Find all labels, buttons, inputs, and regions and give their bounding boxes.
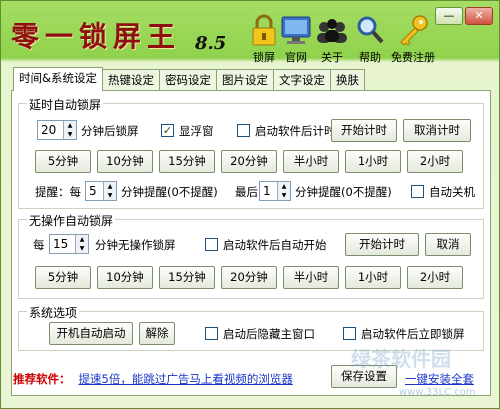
register-button[interactable]: 免费注册	[383, 13, 443, 65]
remind-every-spinner[interactable]: 5 ▲ ▼	[85, 181, 117, 201]
idle-preset-2hour[interactable]: 2小时	[407, 266, 463, 289]
spin-up-icon[interactable]: ▲	[76, 235, 88, 244]
recommend-link[interactable]: 提速5倍，能跳过广告马上看视频的浏览器	[79, 372, 293, 386]
tab-hotkey[interactable]: 热键设定	[101, 69, 160, 91]
idle-preset-15min[interactable]: 15分钟	[159, 266, 215, 289]
tab-text[interactable]: 文字设定	[272, 69, 331, 91]
idle-unit: 分钟无操作锁屏	[95, 238, 176, 252]
close-button[interactable]: ✕	[465, 7, 493, 25]
tab-time-system[interactable]: 时间&系统设定	[13, 67, 103, 91]
window-controls: — ✕	[435, 7, 493, 25]
idle-preset-5min[interactable]: 5分钟	[35, 266, 91, 289]
tab-skin[interactable]: 换肤	[329, 69, 365, 91]
start-on-launch-checkbox[interactable]	[237, 124, 250, 137]
delay-preset-20min[interactable]: 20分钟	[221, 150, 277, 173]
minimize-button[interactable]: —	[435, 7, 463, 25]
idle-preset-10min[interactable]: 10分钟	[97, 266, 153, 289]
idle-minutes-spinner[interactable]: 15 ▲ ▼	[49, 234, 89, 254]
remind-last-spinner[interactable]: 1 ▲ ▼	[259, 181, 291, 201]
register-label: 免费注册	[391, 51, 435, 64]
spin-down-icon[interactable]: ▼	[278, 191, 290, 200]
delay-minutes-value: 20	[41, 123, 57, 137]
main-window: 零一锁屏王 8.5 锁屏 官网 关于 帮助 免费注册 — ✕ 时间&系统设定 热…	[0, 0, 500, 409]
remind-last-value: 1	[263, 184, 271, 198]
idle-start-on-launch-checkbox[interactable]	[205, 238, 218, 251]
remind-every-unit: 分钟提醒(0不提醒)	[121, 185, 218, 199]
idle-start-on-launch-label: 启动软件后自动开始	[223, 238, 327, 252]
cancel-timer-button[interactable]: 取消计时	[403, 119, 471, 142]
delay-lock-group: 延时自动锁屏 20 ▲ ▼ 分钟后锁屏 ✓ 显浮窗 启动软件后计时 开始计时 取消…	[18, 96, 484, 209]
idle-start-button[interactable]: 开始计时	[345, 233, 419, 256]
auto-shutdown-label: 自动关机	[429, 185, 475, 199]
magnifier-icon	[357, 16, 384, 44]
start-timer-button[interactable]: 开始计时	[331, 119, 397, 142]
idle-prefix: 每	[33, 238, 45, 252]
idle-preset-20min[interactable]: 20分钟	[221, 266, 277, 289]
auto-shutdown-checkbox[interactable]	[411, 185, 424, 198]
spin-up-icon[interactable]: ▲	[104, 182, 116, 191]
show-float-checkbox[interactable]: ✓	[161, 124, 174, 137]
spin-down-icon[interactable]: ▼	[104, 191, 116, 200]
hide-main-window-checkbox[interactable]	[205, 327, 218, 340]
tab-bar: 时间&系统设定 热键设定 密码设定 图片设定 文字设定 换肤	[13, 67, 365, 91]
spin-down-icon[interactable]: ▼	[64, 130, 76, 139]
remind-every-value: 5	[89, 184, 97, 198]
tab-password[interactable]: 密码设定	[158, 69, 217, 91]
idle-lock-group: 无操作自动锁屏 每 15 ▲ ▼ 分钟无操作锁屏 启动软件后自动开始 开始计时 取…	[18, 212, 484, 299]
lock-on-start-label: 启动软件后立即锁屏	[361, 327, 465, 341]
monitor-icon	[281, 16, 311, 44]
idle-preset-1hour[interactable]: 1小时	[345, 266, 401, 289]
remind-prefix: 提醒：每	[35, 185, 81, 199]
delay-preset-2hour[interactable]: 2小时	[407, 150, 463, 173]
remind-last-unit: 分钟提醒(0不提醒)	[295, 185, 392, 199]
delay-minutes-spinner[interactable]: 20 ▲ ▼	[37, 120, 77, 140]
delay-preset-10min[interactable]: 10分钟	[97, 150, 153, 173]
idle-preset-half-hour[interactable]: 半小时	[283, 266, 339, 289]
start-on-launch-label: 启动软件后计时	[255, 124, 336, 138]
users-icon	[317, 19, 347, 43]
watermark-text: 绿茶软件园	[351, 347, 451, 371]
watermark-url: www.33LC.com	[399, 387, 476, 398]
delay-preset-1hour[interactable]: 1小时	[345, 150, 401, 173]
show-float-label: 显浮窗	[179, 124, 214, 138]
delay-preset-half-hour[interactable]: 半小时	[283, 150, 339, 173]
remind-last-prefix: 最后	[235, 185, 258, 199]
remove-autostart-button[interactable]: 解除	[139, 322, 175, 345]
install-all-link[interactable]: 一键安装全套	[405, 371, 474, 387]
autostart-button[interactable]: 开机自动启动	[49, 322, 133, 345]
tab-image[interactable]: 图片设定	[215, 69, 274, 91]
app-title: 零一锁屏王	[11, 20, 182, 53]
footer: 推荐软件： 提速5倍，能跳过广告马上看视频的浏览器	[13, 371, 293, 387]
spin-up-icon[interactable]: ▲	[64, 121, 76, 130]
hide-main-window-label: 启动后隐藏主窗口	[223, 327, 315, 341]
lock-on-start-checkbox[interactable]	[343, 327, 356, 340]
key-icon	[400, 15, 428, 46]
idle-lock-legend: 无操作自动锁屏	[27, 212, 116, 229]
idle-minutes-value: 15	[53, 237, 69, 251]
delay-preset-15min[interactable]: 15分钟	[159, 150, 215, 173]
idle-cancel-button[interactable]: 取消	[425, 233, 471, 256]
spin-up-icon[interactable]: ▲	[278, 182, 290, 191]
delay-minutes-unit: 分钟后锁屏	[81, 124, 139, 138]
spin-down-icon[interactable]: ▼	[76, 244, 88, 253]
system-options-legend: 系统选项	[27, 304, 80, 321]
recommend-label: 推荐软件：	[13, 372, 71, 386]
delay-lock-legend: 延时自动锁屏	[27, 96, 104, 113]
delay-preset-5min[interactable]: 5分钟	[35, 150, 91, 173]
app-version: 8.5	[195, 33, 227, 54]
